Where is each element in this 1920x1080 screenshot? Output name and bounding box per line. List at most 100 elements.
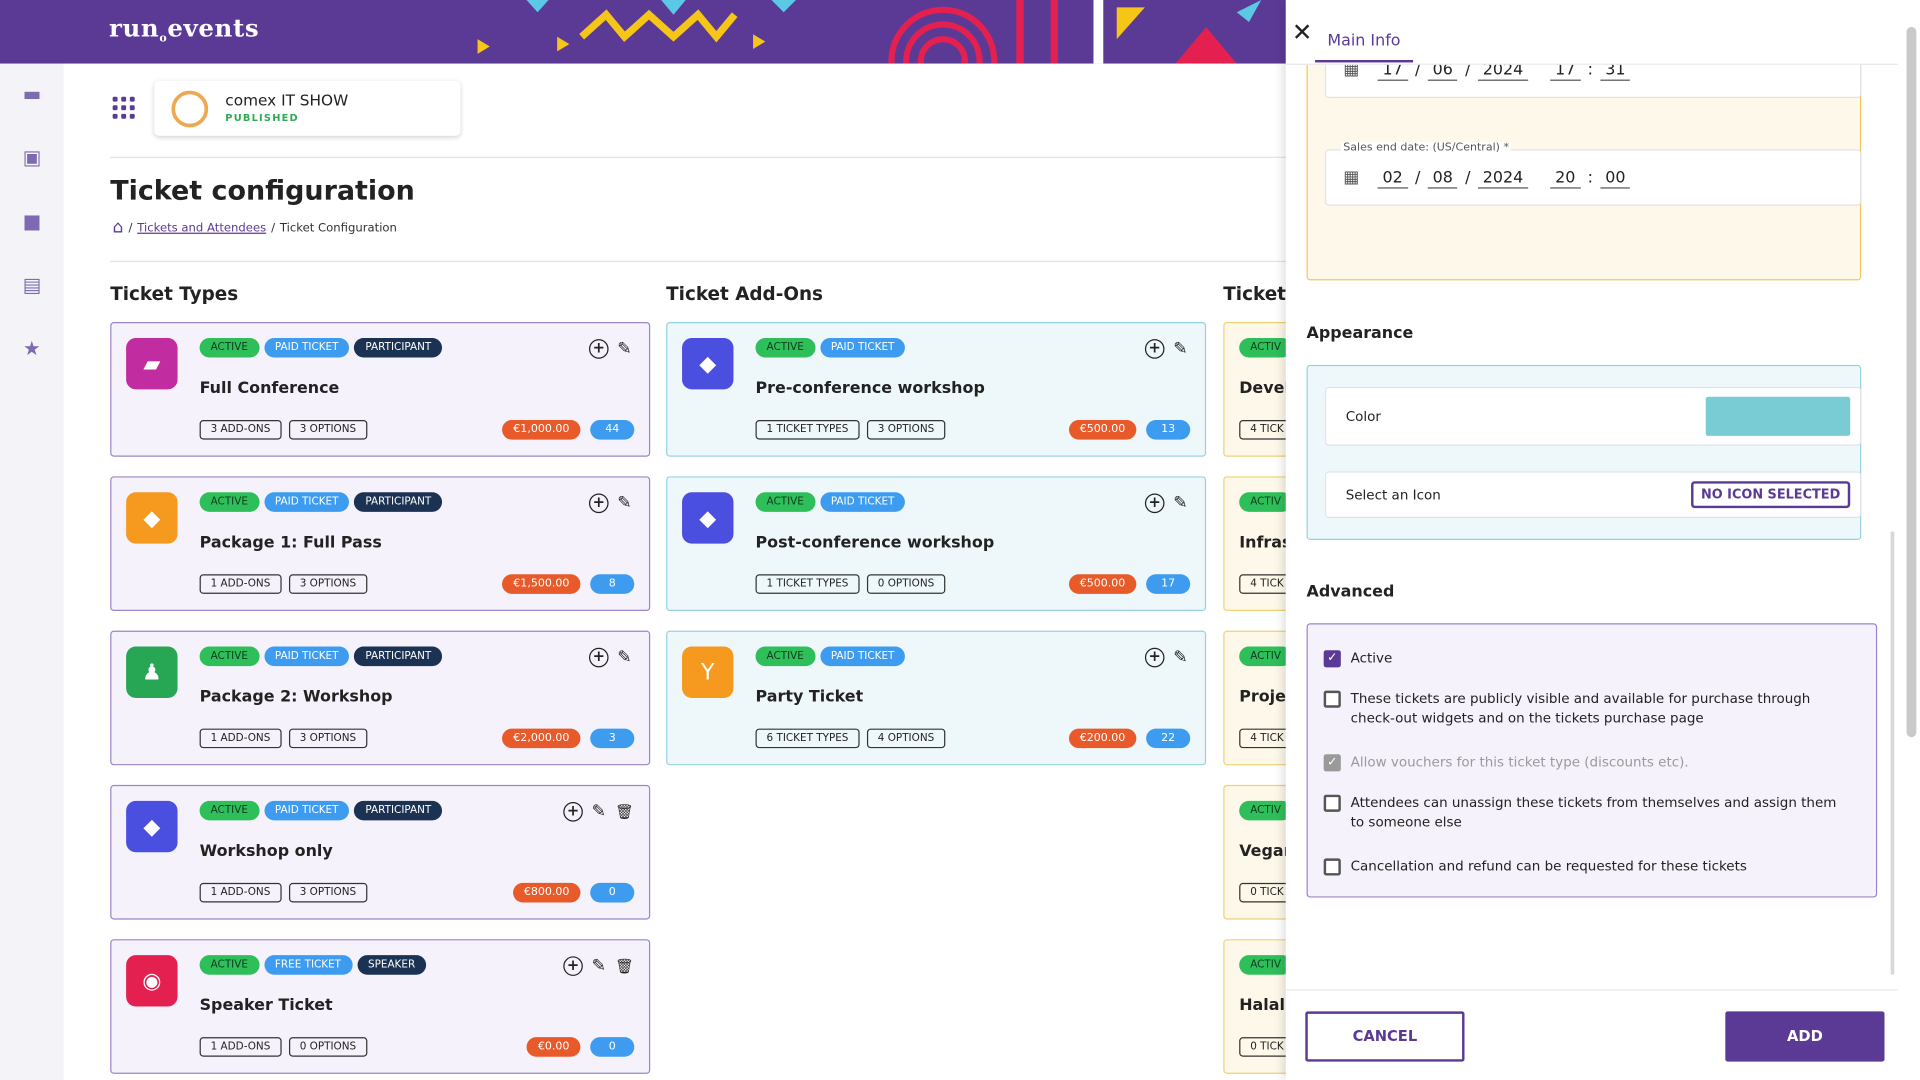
ticket-type-card[interactable]: ◆ ACTIVE PAID TICKET PARTICIPANT Package 1: …	[110, 476, 651, 612]
start-hour[interactable]: 17	[1550, 65, 1581, 81]
cancel-button[interactable]: CANCEL	[1305, 1011, 1465, 1062]
start-year[interactable]: 2024	[1477, 65, 1529, 81]
option-label: Allow vouchers for this ticket type (dis…	[1350, 754, 1689, 771]
edit-icon[interactable]: ✎	[1171, 648, 1191, 668]
sales-start-date-field[interactable]: ▦ 17/ 06/ 2024 17: 31	[1324, 64, 1862, 98]
close-icon[interactable]: ✕	[1292, 20, 1313, 44]
add-icon[interactable]: +	[588, 339, 609, 359]
clipboard-icon[interactable]: ▤	[21, 274, 43, 296]
card-actions: + ✎	[1144, 493, 1191, 514]
ticket-types-heading: Ticket Types	[110, 282, 239, 305]
icon-row: Select an Icon NO ICON SELECTED	[1324, 471, 1862, 518]
folder-icon[interactable]: ■	[21, 210, 43, 233]
delete-icon[interactable]: 🗑	[615, 802, 635, 822]
end-hour[interactable]: 20	[1550, 169, 1581, 189]
color-swatch[interactable]	[1705, 396, 1851, 436]
event-selector[interactable]: comex IT SHOW PUBLISHED	[154, 80, 461, 136]
image-icon[interactable]: ▣	[21, 146, 43, 169]
category-name: Devel	[1239, 379, 1290, 398]
divider	[110, 156, 1289, 158]
sales-dates-section: ▦ 17/ 06/ 2024 17: 31 Sales end date: (U…	[1306, 64, 1862, 281]
ticket-type-card[interactable]: ◆ ACTIVE PAID TICKET PARTICIPANT Workshop on…	[110, 784, 651, 920]
breadcrumb-separator: /	[128, 221, 133, 235]
checkbox[interactable]: ✓	[1323, 650, 1341, 668]
checkbox: ✓	[1323, 754, 1341, 772]
status-badge: PARTICIPANT	[354, 800, 443, 821]
status-badge: PAID TICKET	[263, 337, 350, 358]
status-badge: PAID TICKET	[263, 646, 350, 667]
start-month[interactable]: 06	[1427, 65, 1458, 81]
option-label: Attendees can unassign these tickets fro…	[1350, 794, 1837, 831]
drawer-scrollbar[interactable]	[1906, 26, 1917, 738]
status-badge: PARTICIPANT	[354, 646, 443, 667]
status-badge: ACTIV	[1239, 337, 1293, 358]
chat-icon[interactable]: ▬	[21, 83, 43, 105]
end-month[interactable]: 08	[1427, 169, 1458, 189]
tab-main-info[interactable]: Main Info	[1315, 32, 1413, 63]
badge-group: ACTIVE PAID TICKET	[755, 492, 906, 512]
end-day[interactable]: 02	[1377, 169, 1408, 189]
add-icon[interactable]: +	[1144, 647, 1165, 668]
price-badge: €500.00	[1068, 420, 1137, 440]
badge-group: ACTIVE PAID TICKET PARTICIPANT	[199, 337, 443, 358]
ticket-addon-card[interactable]: Y ACTIVE PAID TICKET Party Ticket 6 TICKET T…	[666, 630, 1207, 766]
status-badge: PAID TICKET	[819, 337, 906, 358]
ticket-addon-card[interactable]: ◆ ACTIVE PAID TICKET Pre-conference worksho…	[666, 322, 1207, 457]
delete-icon[interactable]: 🗑	[615, 956, 635, 976]
option-refund[interactable]: Cancellation and refund can be requested…	[1323, 857, 1851, 877]
home-icon[interactable]: ⌂	[113, 218, 124, 238]
sold-count-badge: 13	[1146, 420, 1191, 440]
checkbox[interactable]	[1323, 858, 1341, 876]
addons-pill: 1 ADD-ONS	[199, 574, 282, 594]
add-icon[interactable]: +	[1144, 493, 1165, 514]
option-public[interactable]: These tickets are publicly visible and a…	[1323, 689, 1851, 728]
breadcrumb-link-tickets[interactable]: Tickets and Attendees	[137, 221, 266, 234]
option-label: Active	[1350, 650, 1393, 667]
edit-icon[interactable]: ✎	[589, 802, 609, 822]
select-icon-button[interactable]: NO ICON SELECTED	[1691, 481, 1851, 509]
edit-icon[interactable]: ✎	[615, 648, 635, 668]
app-logo[interactable]: runoevents	[109, 13, 259, 45]
ticket-type-card[interactable]: ♟ ACTIVE PAID TICKET PARTICIPANT Package 2: …	[110, 630, 651, 766]
start-minute[interactable]: 31	[1600, 65, 1631, 81]
sales-end-date-field[interactable]: Sales end date: (US/Central) * ▦ 02/ 08/…	[1324, 142, 1862, 206]
edit-icon[interactable]: ✎	[1171, 339, 1191, 359]
edit-icon[interactable]: ✎	[1171, 493, 1191, 513]
ticket-name: Package 2: Workshop	[199, 688, 393, 707]
edit-icon[interactable]: ✎	[589, 956, 609, 976]
status-badge: ACTIV	[1239, 646, 1293, 667]
option-active[interactable]: ✓ Active	[1323, 649, 1851, 669]
side-drawer: ✕ Main Info ▦ 17/ 06/ 2024 17: 31 Sales …	[1285, 0, 1920, 1080]
edit-icon[interactable]: ✎	[615, 493, 635, 513]
drawer-scroll-area[interactable]: ▦ 17/ 06/ 2024 17: 31 Sales end date: (U…	[1286, 64, 1898, 989]
checkbox[interactable]	[1323, 794, 1341, 812]
card-actions: + ✎	[1144, 339, 1191, 359]
add-icon[interactable]: +	[588, 647, 609, 668]
inner-scrollbar[interactable]	[1890, 531, 1895, 975]
add-icon[interactable]: +	[588, 493, 609, 514]
edit-icon[interactable]: ✎	[615, 339, 635, 359]
add-icon[interactable]: +	[563, 956, 583, 976]
end-minute[interactable]: 00	[1600, 169, 1631, 189]
option-reassign[interactable]: Attendees can unassign these tickets fro…	[1323, 793, 1851, 832]
add-icon[interactable]: +	[1144, 339, 1165, 359]
add-button[interactable]: ADD	[1725, 1011, 1885, 1062]
calendar-icon: ▦	[1343, 64, 1360, 80]
graduation-cap-icon: ◆	[126, 800, 178, 853]
cocktail-icon: Y	[682, 646, 734, 698]
end-year[interactable]: 2024	[1477, 169, 1529, 189]
sold-count-badge: 0	[590, 882, 635, 903]
ticket-type-card[interactable]: ▰ ACTIVE PAID TICKET PARTICIPANT Full Confer…	[110, 322, 651, 457]
apps-grid-icon[interactable]	[112, 96, 135, 119]
price-badge: €1,500.00	[502, 574, 581, 594]
ticket-type-card[interactable]: ◉ ACTIVE FREE TICKET SPEAKER Speaker Ticket 1…	[110, 939, 651, 1074]
start-day[interactable]: 17	[1377, 65, 1408, 81]
color-row: Color	[1324, 386, 1862, 446]
star-icon[interactable]: ★	[21, 337, 43, 360]
third-column-heading: Ticket	[1223, 282, 1286, 305]
ticket-addon-card[interactable]: ◆ ACTIVE PAID TICKET Post-conference worksh…	[666, 476, 1207, 612]
add-icon[interactable]: +	[563, 802, 583, 822]
ticket-addons-heading: Ticket Add-Ons	[666, 282, 823, 305]
checkbox[interactable]	[1323, 690, 1341, 708]
card-actions: + ✎	[1144, 647, 1191, 668]
